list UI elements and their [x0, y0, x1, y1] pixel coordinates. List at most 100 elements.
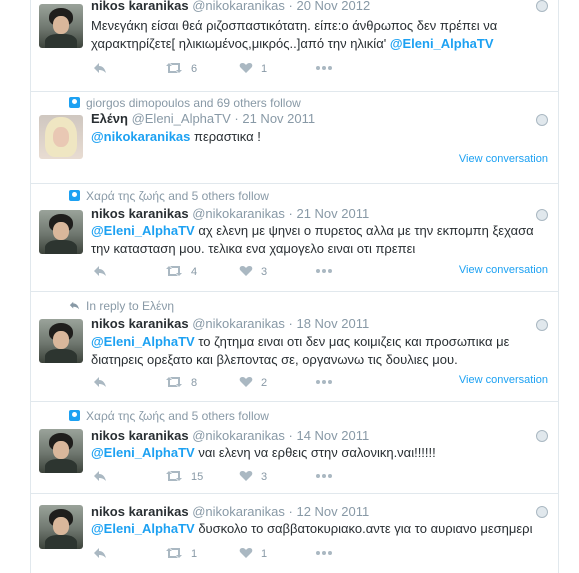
tweet-context: Χαρά της ζωής and 5 others follow [69, 189, 269, 203]
author-name[interactable]: nikos karanikas [91, 428, 189, 443]
tweet-timestamp[interactable]: 12 Nov 2011 [296, 504, 369, 519]
retweet-button[interactable]: 4 [165, 265, 197, 278]
reply-button[interactable] [93, 62, 107, 74]
more-options-icon[interactable] [536, 319, 548, 331]
reply-arrow-icon [69, 301, 80, 310]
retweet-icon [166, 266, 182, 276]
tweet-item[interactable]: Χαρά της ζωής and 5 others follow nikos … [31, 401, 558, 494]
author-name[interactable]: nikos karanikas [91, 206, 189, 221]
like-count: 2 [261, 377, 268, 389]
author-handle[interactable]: @nikokaranikas [192, 316, 285, 331]
view-conversation-link[interactable]: View conversation [459, 264, 548, 276]
context-text[interactable]: Χαρά της ζωής and 5 others follow [86, 409, 269, 423]
like-button[interactable]: 3 [239, 470, 267, 483]
more-button[interactable] [315, 265, 333, 277]
tweet-text: @Eleni_AlphaTV αχ ελενη με ψηνει ο πυρετ… [91, 222, 536, 258]
mention-link[interactable]: @Eleni_AlphaTV [91, 334, 195, 349]
view-conversation-link[interactable]: View conversation [459, 153, 548, 165]
more-options-icon[interactable] [536, 0, 548, 12]
more-button[interactable] [315, 376, 333, 388]
tweet-header: nikos karanikas @nikokaranikas · 20 Nov … [91, 0, 370, 13]
avatar[interactable] [39, 210, 83, 254]
tweet-header: nikos karanikas @nikokaranikas · 21 Nov … [91, 206, 369, 221]
view-conversation-link[interactable]: View conversation [459, 374, 548, 386]
tweet-header: nikos karanikas @nikokaranikas · 18 Nov … [91, 316, 369, 331]
author-handle[interactable]: @nikokaranikas [192, 206, 285, 221]
retweet-button[interactable]: 8 [165, 376, 197, 389]
reply-icon [94, 377, 106, 387]
tweet-item[interactable]: nikos karanikas @nikokaranikas · 20 Nov … [31, 0, 558, 92]
separator-dot: · [288, 428, 293, 443]
author-name[interactable]: nikos karanikas [91, 0, 189, 13]
separator-dot: · [288, 206, 293, 221]
like-button[interactable]: 2 [239, 376, 267, 389]
retweet-icon [166, 377, 182, 387]
tweet-text: @nikokaranikas περαστικα ! [91, 128, 536, 146]
tweet-text: @Eleni_AlphaTV δυσκολο το σαββατοκυριακο… [91, 520, 536, 538]
retweet-count: 1 [191, 548, 198, 560]
context-text[interactable]: In reply to Ελένη [86, 299, 174, 313]
author-name[interactable]: nikos karanikas [91, 504, 189, 519]
author-handle[interactable]: @nikokaranikas [192, 504, 285, 519]
more-options-icon[interactable] [536, 114, 548, 126]
tweet-item[interactable]: nikos karanikas @nikokaranikas · 12 Nov … [31, 493, 558, 573]
tweet-item[interactable]: In reply to Ελένη nikos karanikas @nikok… [31, 291, 558, 402]
author-name[interactable]: nikos karanikas [91, 316, 189, 331]
mention-link[interactable]: @nikokaranikas [91, 129, 190, 144]
reply-button[interactable] [93, 470, 107, 482]
retweet-button[interactable]: 6 [165, 62, 197, 75]
tweet-timestamp[interactable]: 18 Nov 2011 [296, 316, 369, 331]
tweet-timestamp[interactable]: 21 Nov 2011 [242, 111, 315, 126]
author-handle[interactable]: @nikokaranikas [192, 0, 285, 13]
mention-link[interactable]: @Eleni_AlphaTV [91, 223, 195, 238]
tweet-text: @Eleni_AlphaTV ναι ελενη να ερθεις στην … [91, 444, 536, 462]
tweet-header: Ελένη @Eleni_AlphaTV · 21 Nov 2011 [91, 111, 315, 126]
avatar[interactable] [39, 505, 83, 549]
avatar[interactable] [39, 429, 83, 473]
tweet-timestamp[interactable]: 21 Nov 2011 [296, 206, 369, 221]
like-button[interactable]: 3 [239, 265, 267, 278]
reply-button[interactable] [93, 376, 107, 388]
more-button[interactable] [315, 547, 333, 559]
tweet-timestamp[interactable]: 20 Nov 2012 [296, 0, 370, 13]
context-text[interactable]: Χαρά της ζωής and 5 others follow [86, 189, 269, 203]
mention-link[interactable]: @Eleni_AlphaTV [390, 36, 494, 51]
tweet-timeline: nikos karanikas @nikokaranikas · 20 Nov … [30, 0, 559, 573]
tweet-context: In reply to Ελένη [69, 299, 174, 313]
tweet-timestamp[interactable]: 14 Nov 2011 [296, 428, 369, 443]
like-count: 3 [261, 266, 268, 278]
separator-dot: · [288, 316, 293, 331]
author-name[interactable]: Ελένη [91, 111, 128, 126]
context-text[interactable]: giorgos dimopoulos and 69 others follow [86, 96, 301, 110]
reply-icon [94, 548, 106, 558]
heart-icon [239, 548, 253, 558]
retweet-count: 4 [191, 266, 198, 278]
tweet-text-body: περαστικα ! [190, 129, 261, 144]
retweet-button[interactable]: 15 [165, 470, 203, 483]
author-handle[interactable]: @nikokaranikas [192, 428, 285, 443]
more-dots-icon [316, 380, 332, 384]
reply-button[interactable] [93, 265, 107, 277]
more-options-icon[interactable] [536, 506, 548, 518]
follow-icon [69, 190, 80, 201]
mention-link[interactable]: @Eleni_AlphaTV [91, 521, 195, 536]
tweet-item[interactable]: Χαρά της ζωής and 5 others follow nikos … [31, 183, 558, 292]
more-button[interactable] [315, 470, 333, 482]
tweet-text: @Eleni_AlphaTV το ζητημα ειναι οτι δεν μ… [91, 333, 536, 369]
mention-link[interactable]: @Eleni_AlphaTV [91, 445, 195, 460]
tweet-text-body: δυσκολο το σαββατοκυριακο.αντε για το αυ… [194, 521, 533, 536]
avatar[interactable] [39, 4, 83, 48]
more-options-icon[interactable] [536, 209, 548, 221]
retweet-button[interactable]: 1 [165, 547, 197, 560]
more-button[interactable] [315, 62, 333, 74]
more-options-icon[interactable] [536, 430, 548, 442]
like-button[interactable]: 1 [239, 547, 267, 560]
tweet-item[interactable]: giorgos dimopoulos and 69 others follow … [31, 91, 558, 184]
reply-button[interactable] [93, 547, 107, 559]
tweet-context: giorgos dimopoulos and 69 others follow [69, 96, 301, 110]
avatar[interactable] [39, 115, 83, 159]
avatar[interactable] [39, 319, 83, 363]
author-handle[interactable]: @Eleni_AlphaTV [132, 111, 231, 126]
retweet-count: 6 [191, 63, 198, 75]
like-button[interactable]: 1 [239, 62, 267, 75]
